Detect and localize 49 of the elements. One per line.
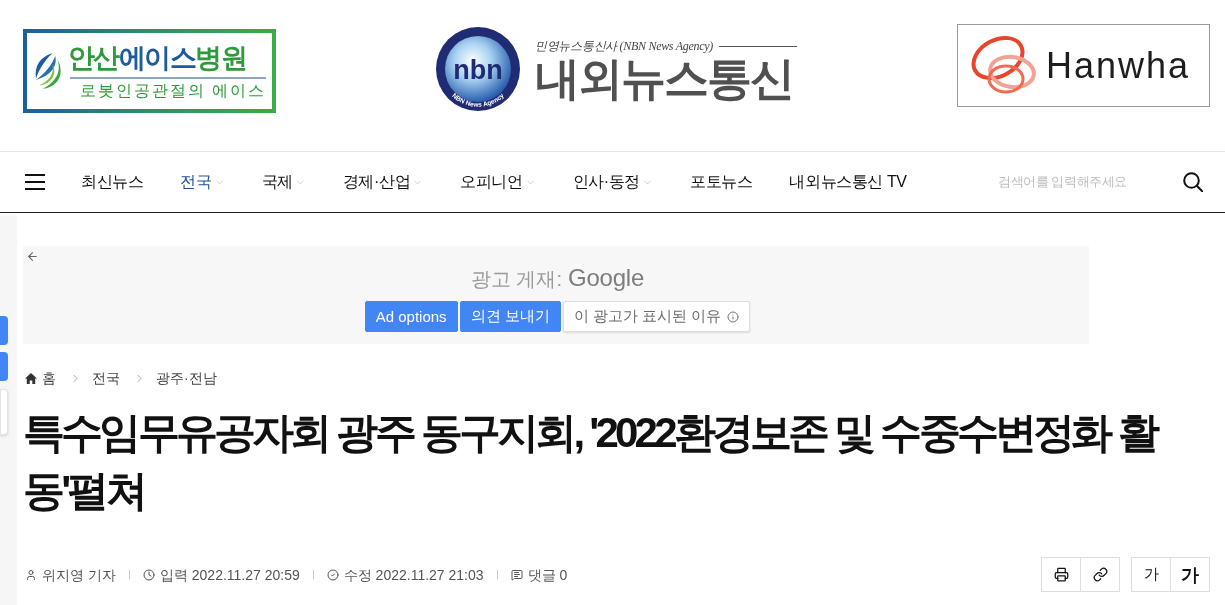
article-meta[interactable]: 댓글 0 [527,565,568,584]
print-button[interactable] [1041,557,1081,592]
font-larger-button[interactable]: 가 [1170,557,1210,592]
nav-item[interactable]: 오피니언 [460,171,536,193]
home-icon [25,372,37,384]
nav-item[interactable]: 포토뉴스 [689,171,753,193]
hospital-tagline: 로봇인공관절의 에이스 [78,80,266,101]
ad-brand: Google [567,265,645,291]
nav-item[interactable]: 인사·동정 [572,171,653,193]
ad-button[interactable]: Ad options [364,301,458,332]
nav-item[interactable]: 최신뉴스 [81,171,144,193]
sponsor-ad-banner[interactable]: Hanwha [957,24,1210,107]
article-title: 특수임무유공자회 광주 동구지회, '2022환경보존 및 수중수변정화 활동'펼쳐 [23,408,1158,516]
check-circle-icon [326,568,339,581]
article-meta: 수정 2022.11.27 21:03 [343,565,484,584]
print-icon [1053,567,1069,582]
ad-button[interactable]: 의견 보내기 [459,301,561,332]
person-icon [25,568,37,581]
menu-button[interactable] [25,174,45,190]
article-meta: 위지영 기자 [42,565,116,584]
nav-item[interactable]: 경제·산업 [342,171,424,193]
article-meta: 입력 2022.11.27 20:59 [159,565,300,584]
search-icon [1183,172,1203,192]
sponsor-name: Hanwha [1046,45,1191,86]
menu-icon [25,174,45,190]
back-button[interactable] [26,250,39,263]
link-icon [1092,567,1108,582]
globe-icon [436,27,520,111]
site-logo-wordmark[interactable]: 내외뉴스통신 [535,53,797,105]
hospital-name: 안산에이스병원 [66,41,248,74]
emblem-text: nbn [453,55,503,85]
nav-item[interactable]: 내외뉴스통신 TV [789,171,907,193]
logo-tagline: 민영뉴스통신사 (NBN News Agency) [535,39,713,53]
search-button[interactable] [1183,172,1203,192]
info-icon [727,310,740,323]
ad-label: 광고 게재: [470,267,562,292]
copy-link-button[interactable] [1080,557,1120,592]
breadcrumb-link[interactable]: 홈 [25,368,56,388]
nav-item[interactable]: 국제 [261,171,306,193]
breadcrumb-link[interactable]: 전국 [92,368,120,388]
search-field[interactable]: 검색어를 입력해주세요 [998,171,1163,193]
font-smaller-button[interactable]: 가 [1131,557,1171,592]
why-this-ad-button[interactable]: 이 광고가 표시된 이유 [562,301,751,332]
clock-icon [142,568,155,581]
back-arrow-icon [26,250,39,263]
hospital-ad-banner[interactable]: 안산에이스병원 로봇인공관절의 에이스 [23,29,276,113]
breadcrumb-link[interactable]: 광주·전남 [156,368,217,388]
nav-item[interactable]: 전국 [180,171,225,193]
comment-icon [510,568,523,581]
